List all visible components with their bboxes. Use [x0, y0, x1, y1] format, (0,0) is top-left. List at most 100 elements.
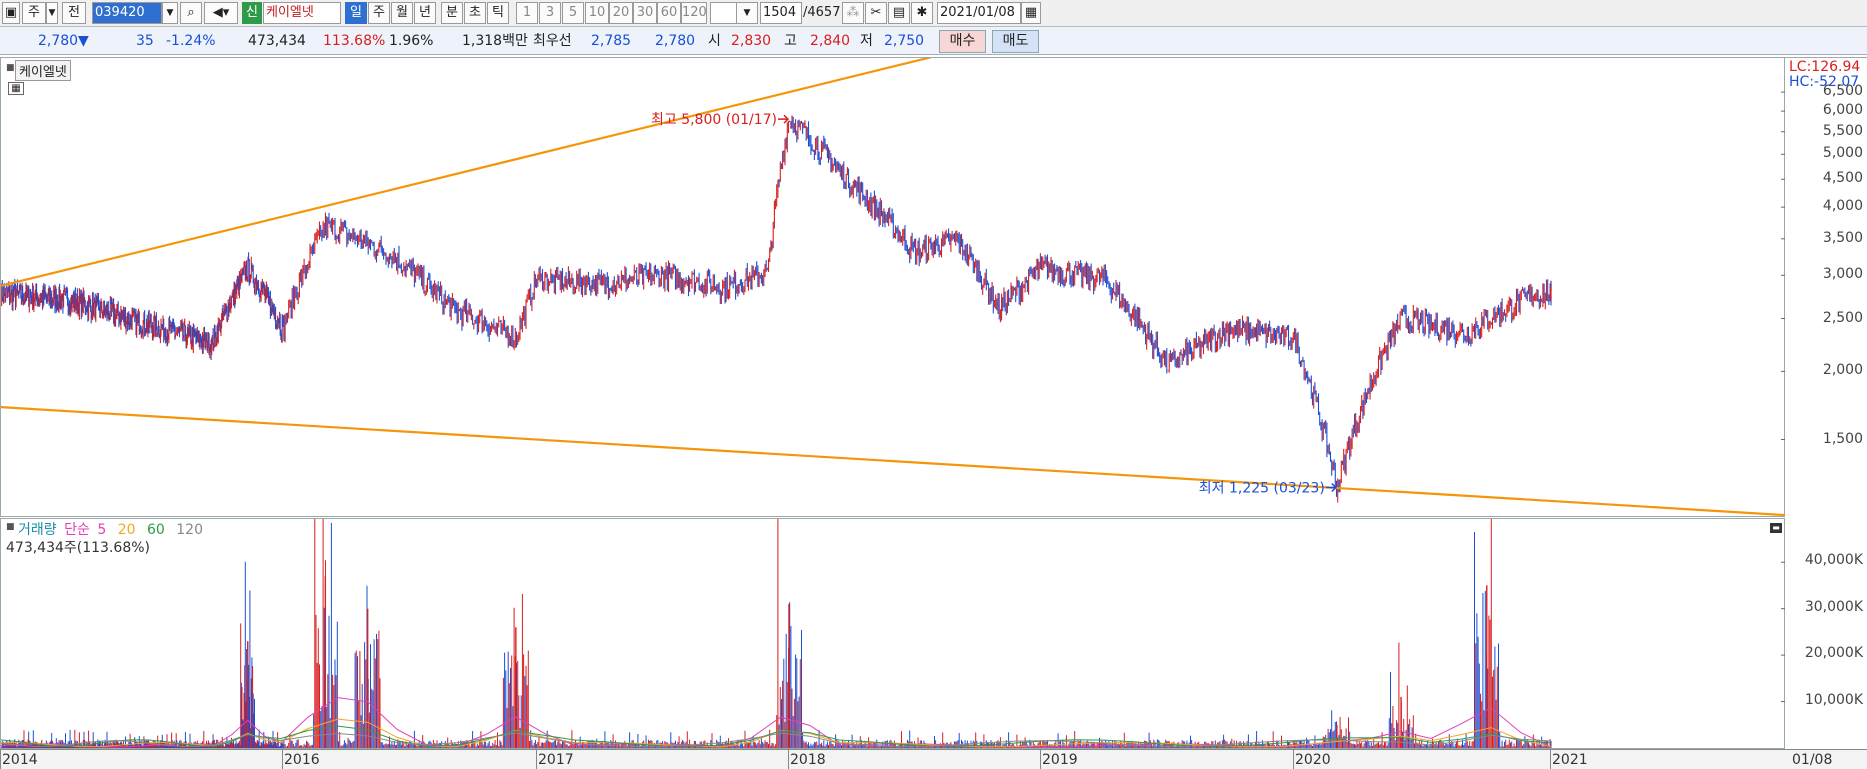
price-tick-label: 6,000: [1822, 102, 1863, 119]
price-tick-label: 4,500: [1822, 170, 1863, 187]
legend-ma20: 20: [117, 522, 136, 538]
period-unit-select[interactable]: 주: [22, 2, 46, 24]
buy-button[interactable]: 매수: [939, 30, 986, 53]
best-quote-label: 최우선: [533, 33, 572, 49]
sell-button[interactable]: 매도: [992, 30, 1039, 53]
date-tick-label: 2014: [2, 752, 38, 768]
annotation-arrow-icon: [778, 114, 790, 124]
panel-handle-icon[interactable]: ■: [6, 63, 15, 73]
tab-yearly[interactable]: 년: [414, 2, 436, 24]
price-tick-label: 5,500: [1822, 122, 1863, 139]
price-tick-label: 3,000: [1822, 266, 1863, 283]
annotation-arrow-icon: [1325, 482, 1337, 493]
code-dropdown-icon[interactable]: ▼: [162, 2, 178, 24]
stock-title-label: 케이엘넷: [15, 60, 71, 81]
chevron-down-icon[interactable]: ▼: [46, 2, 58, 24]
date-input[interactable]: 2021/01/08: [937, 2, 1021, 24]
scissors-icon[interactable]: ✂: [865, 2, 887, 24]
volume-readout: 473,434주(113.68%): [6, 540, 150, 556]
volume-tick-label: 20,000K: [1804, 645, 1863, 662]
candle-group: [1, 115, 1552, 503]
panel-handle-icon[interactable]: ■: [6, 522, 15, 532]
volume-chart-panel[interactable]: ■ 거래량 단순 5 20 60 120 473,434주(113.68%) ▬: [0, 518, 1786, 749]
period-120[interactable]: 120: [681, 2, 707, 24]
period-3[interactable]: 3: [539, 2, 561, 24]
legend-ma5: 5: [97, 522, 107, 538]
volume-ratio: 113.68%: [323, 33, 386, 49]
price-chart-panel[interactable]: 최고 5,800 (01/17) 최저 1,225 (03/23) ■ 케이엘넷 …: [0, 57, 1786, 517]
low-price: 2,750: [884, 33, 925, 49]
date-tick-mark: [536, 750, 537, 769]
date-tick-label: 2016: [284, 752, 320, 768]
volume-legend: 거래량 단순 5 20 60 120: [18, 519, 203, 539]
volume-tick-label: 30,000K: [1804, 598, 1863, 615]
period-30[interactable]: 30: [633, 2, 657, 24]
period-5[interactable]: 5: [562, 2, 584, 24]
price-change: 35: [136, 33, 154, 49]
tab-daily[interactable]: 일: [345, 2, 367, 24]
price-tick-label: 2,000: [1822, 362, 1863, 379]
max-price-annotation: 최고 5,800 (01/17): [651, 112, 777, 128]
period-20[interactable]: 20: [609, 2, 633, 24]
new-badge: 신: [242, 2, 262, 24]
date-tick-label: 2017: [538, 752, 574, 768]
price-tick-label: 6,500: [1822, 83, 1863, 100]
table-icon[interactable]: ▦: [8, 82, 24, 95]
date-tick-label: 01/08: [1792, 752, 1833, 768]
open-price: 2,830: [731, 33, 772, 49]
high-label: 고: [784, 33, 797, 49]
date-axis: 2014 2016 2017 2018 2019 2020 2021 01/08: [0, 749, 1867, 769]
count-input[interactable]: 1504: [760, 2, 802, 24]
speaker-icon[interactable]: ◀▾: [204, 2, 238, 24]
volume-bar-group: [1, 519, 1552, 748]
stock-name-field[interactable]: 케이엘넷: [263, 2, 341, 24]
chevron-down-icon[interactable]: ▼: [736, 2, 758, 24]
chart-window: ▣ 주 ▼ 전 039420 ▼ ⌕ ◀▾ 신 케이엘넷 일 주 월 년 분 초…: [0, 0, 1867, 769]
trendline-lower[interactable]: [1, 406, 1786, 517]
price-tick-label: 2,500: [1822, 309, 1863, 326]
window-menu-icon[interactable]: ▣: [2, 2, 20, 24]
date-tick-mark: [1293, 750, 1294, 769]
tab-monthly[interactable]: 월: [391, 2, 413, 24]
high-price: 2,840: [810, 33, 851, 49]
quote-bar: 2,780 ▼ 35 -1.24% 473,434 113.68% 1.96% …: [0, 27, 1867, 55]
turnover: 1.96%: [389, 33, 434, 49]
best-bid: 2,780: [655, 33, 696, 49]
min-price-annotation: 최저 1,225 (03/23): [1199, 481, 1325, 497]
period-60[interactable]: 60: [657, 2, 681, 24]
lc-label: LC:126.94: [1789, 59, 1861, 75]
legend-ma120: 120: [176, 522, 203, 538]
tab-weekly[interactable]: 주: [368, 2, 390, 24]
price-tick-label: 4,000: [1822, 198, 1863, 215]
search-icon[interactable]: ⌕: [180, 2, 202, 24]
period-10[interactable]: 10: [585, 2, 609, 24]
volume-tick-label: 10,000K: [1804, 691, 1863, 708]
calendar-icon[interactable]: ▦: [1021, 2, 1041, 24]
price-axis: LC:126.94 HC:-52.07 6,500 6,000 5,500 5,000…: [1785, 57, 1867, 517]
current-price: 2,780: [38, 33, 79, 49]
date-tick-label: 2021: [1552, 752, 1588, 768]
tab-minute[interactable]: 분: [441, 2, 463, 24]
collapse-panel-icon[interactable]: ▬: [1770, 523, 1782, 533]
legend-ma60: 60: [146, 522, 165, 538]
legend-ma-label: 단순: [64, 522, 90, 538]
date-tick-mark: [0, 750, 1, 769]
best-ask: 2,785: [591, 33, 632, 49]
trendline-upper[interactable]: [1, 58, 1036, 287]
link-icon[interactable]: ⁂: [842, 2, 864, 24]
prev-button[interactable]: 전: [62, 2, 86, 24]
tab-tick[interactable]: 틱: [487, 2, 509, 24]
tab-second[interactable]: 초: [464, 2, 486, 24]
price-chart: 최고 5,800 (01/17) 최저 1,225 (03/23): [1, 58, 1786, 517]
date-tick-label: 2018: [790, 752, 826, 768]
volume: 473,434: [248, 33, 306, 49]
volume-chart: [1, 519, 1786, 748]
change-percent: -1.24%: [166, 33, 216, 49]
price-tick-label: 3,500: [1822, 229, 1863, 246]
stock-code-input[interactable]: 039420: [92, 2, 162, 24]
date-tick-label: 2020: [1295, 752, 1331, 768]
gear-icon[interactable]: ✱: [911, 2, 933, 24]
date-tick-mark: [1550, 750, 1551, 769]
save-icon[interactable]: ▤: [888, 2, 910, 24]
period-1[interactable]: 1: [516, 2, 538, 24]
